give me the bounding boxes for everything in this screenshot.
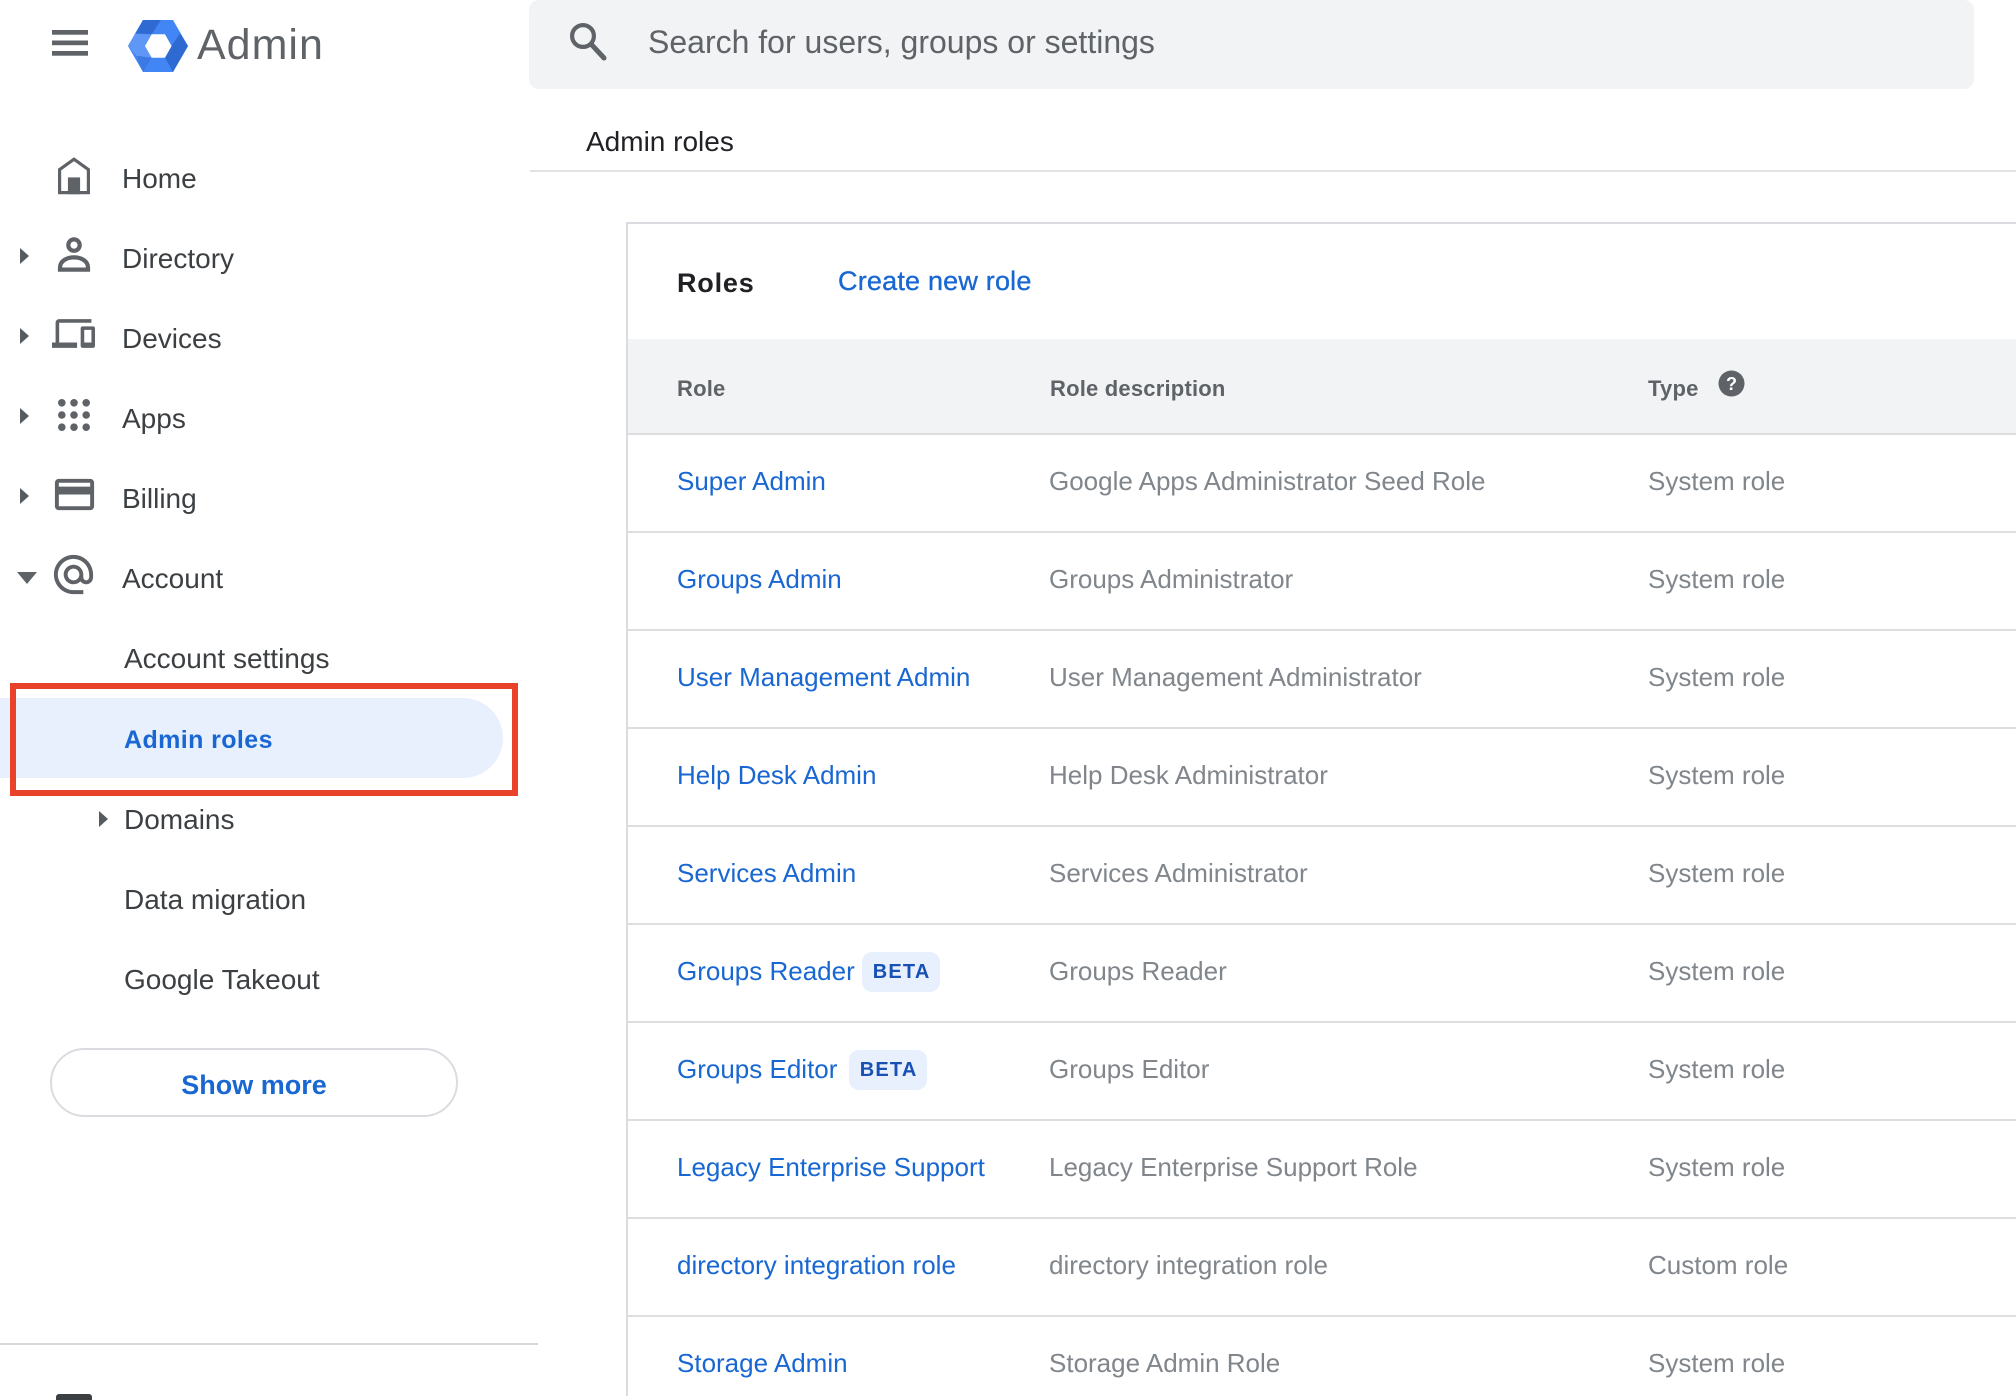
svg-text:?: ? <box>1726 374 1737 394</box>
